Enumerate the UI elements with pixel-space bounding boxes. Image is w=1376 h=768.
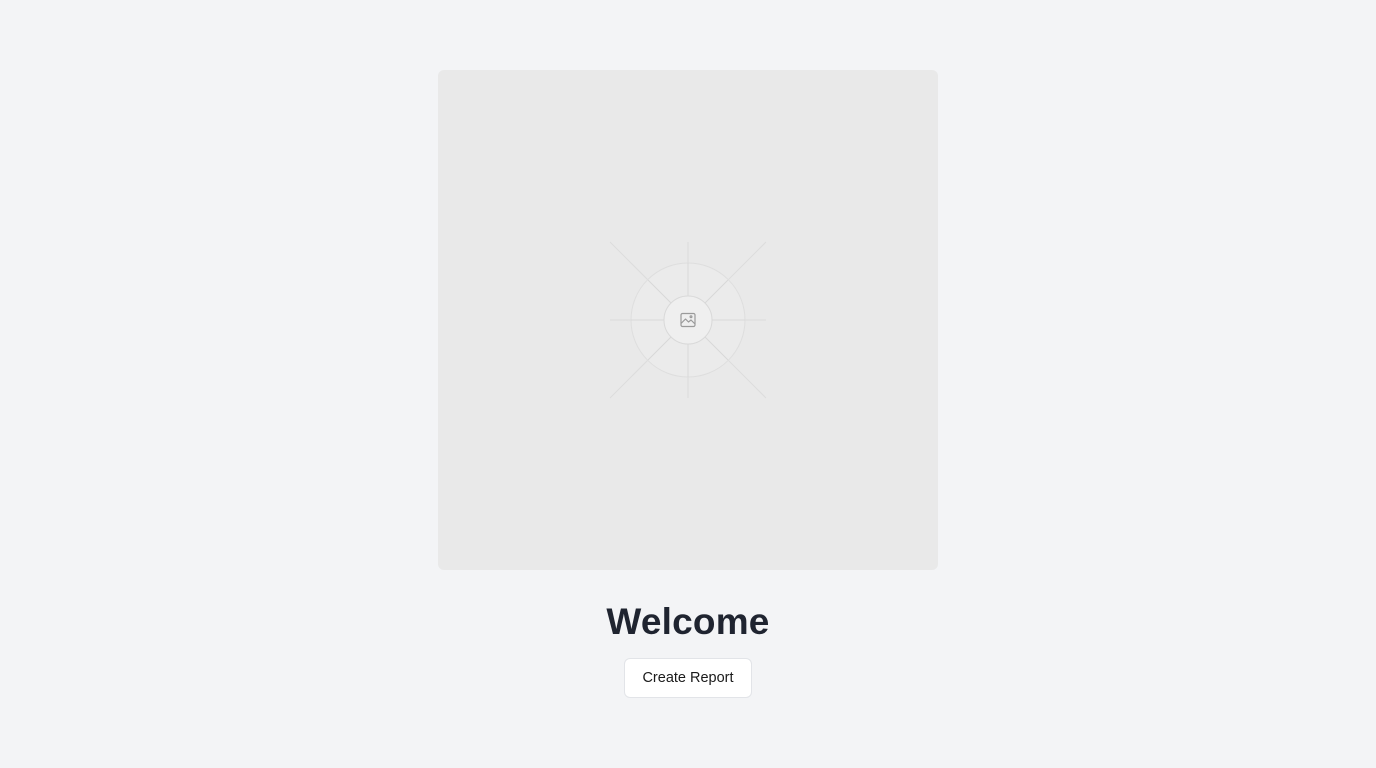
image-placeholder-graphic	[609, 241, 767, 399]
hero-image-placeholder	[438, 70, 938, 570]
welcome-page: Welcome Create Report	[0, 0, 1376, 768]
create-report-button[interactable]: Create Report	[624, 658, 752, 698]
page-title: Welcome	[606, 601, 770, 642]
